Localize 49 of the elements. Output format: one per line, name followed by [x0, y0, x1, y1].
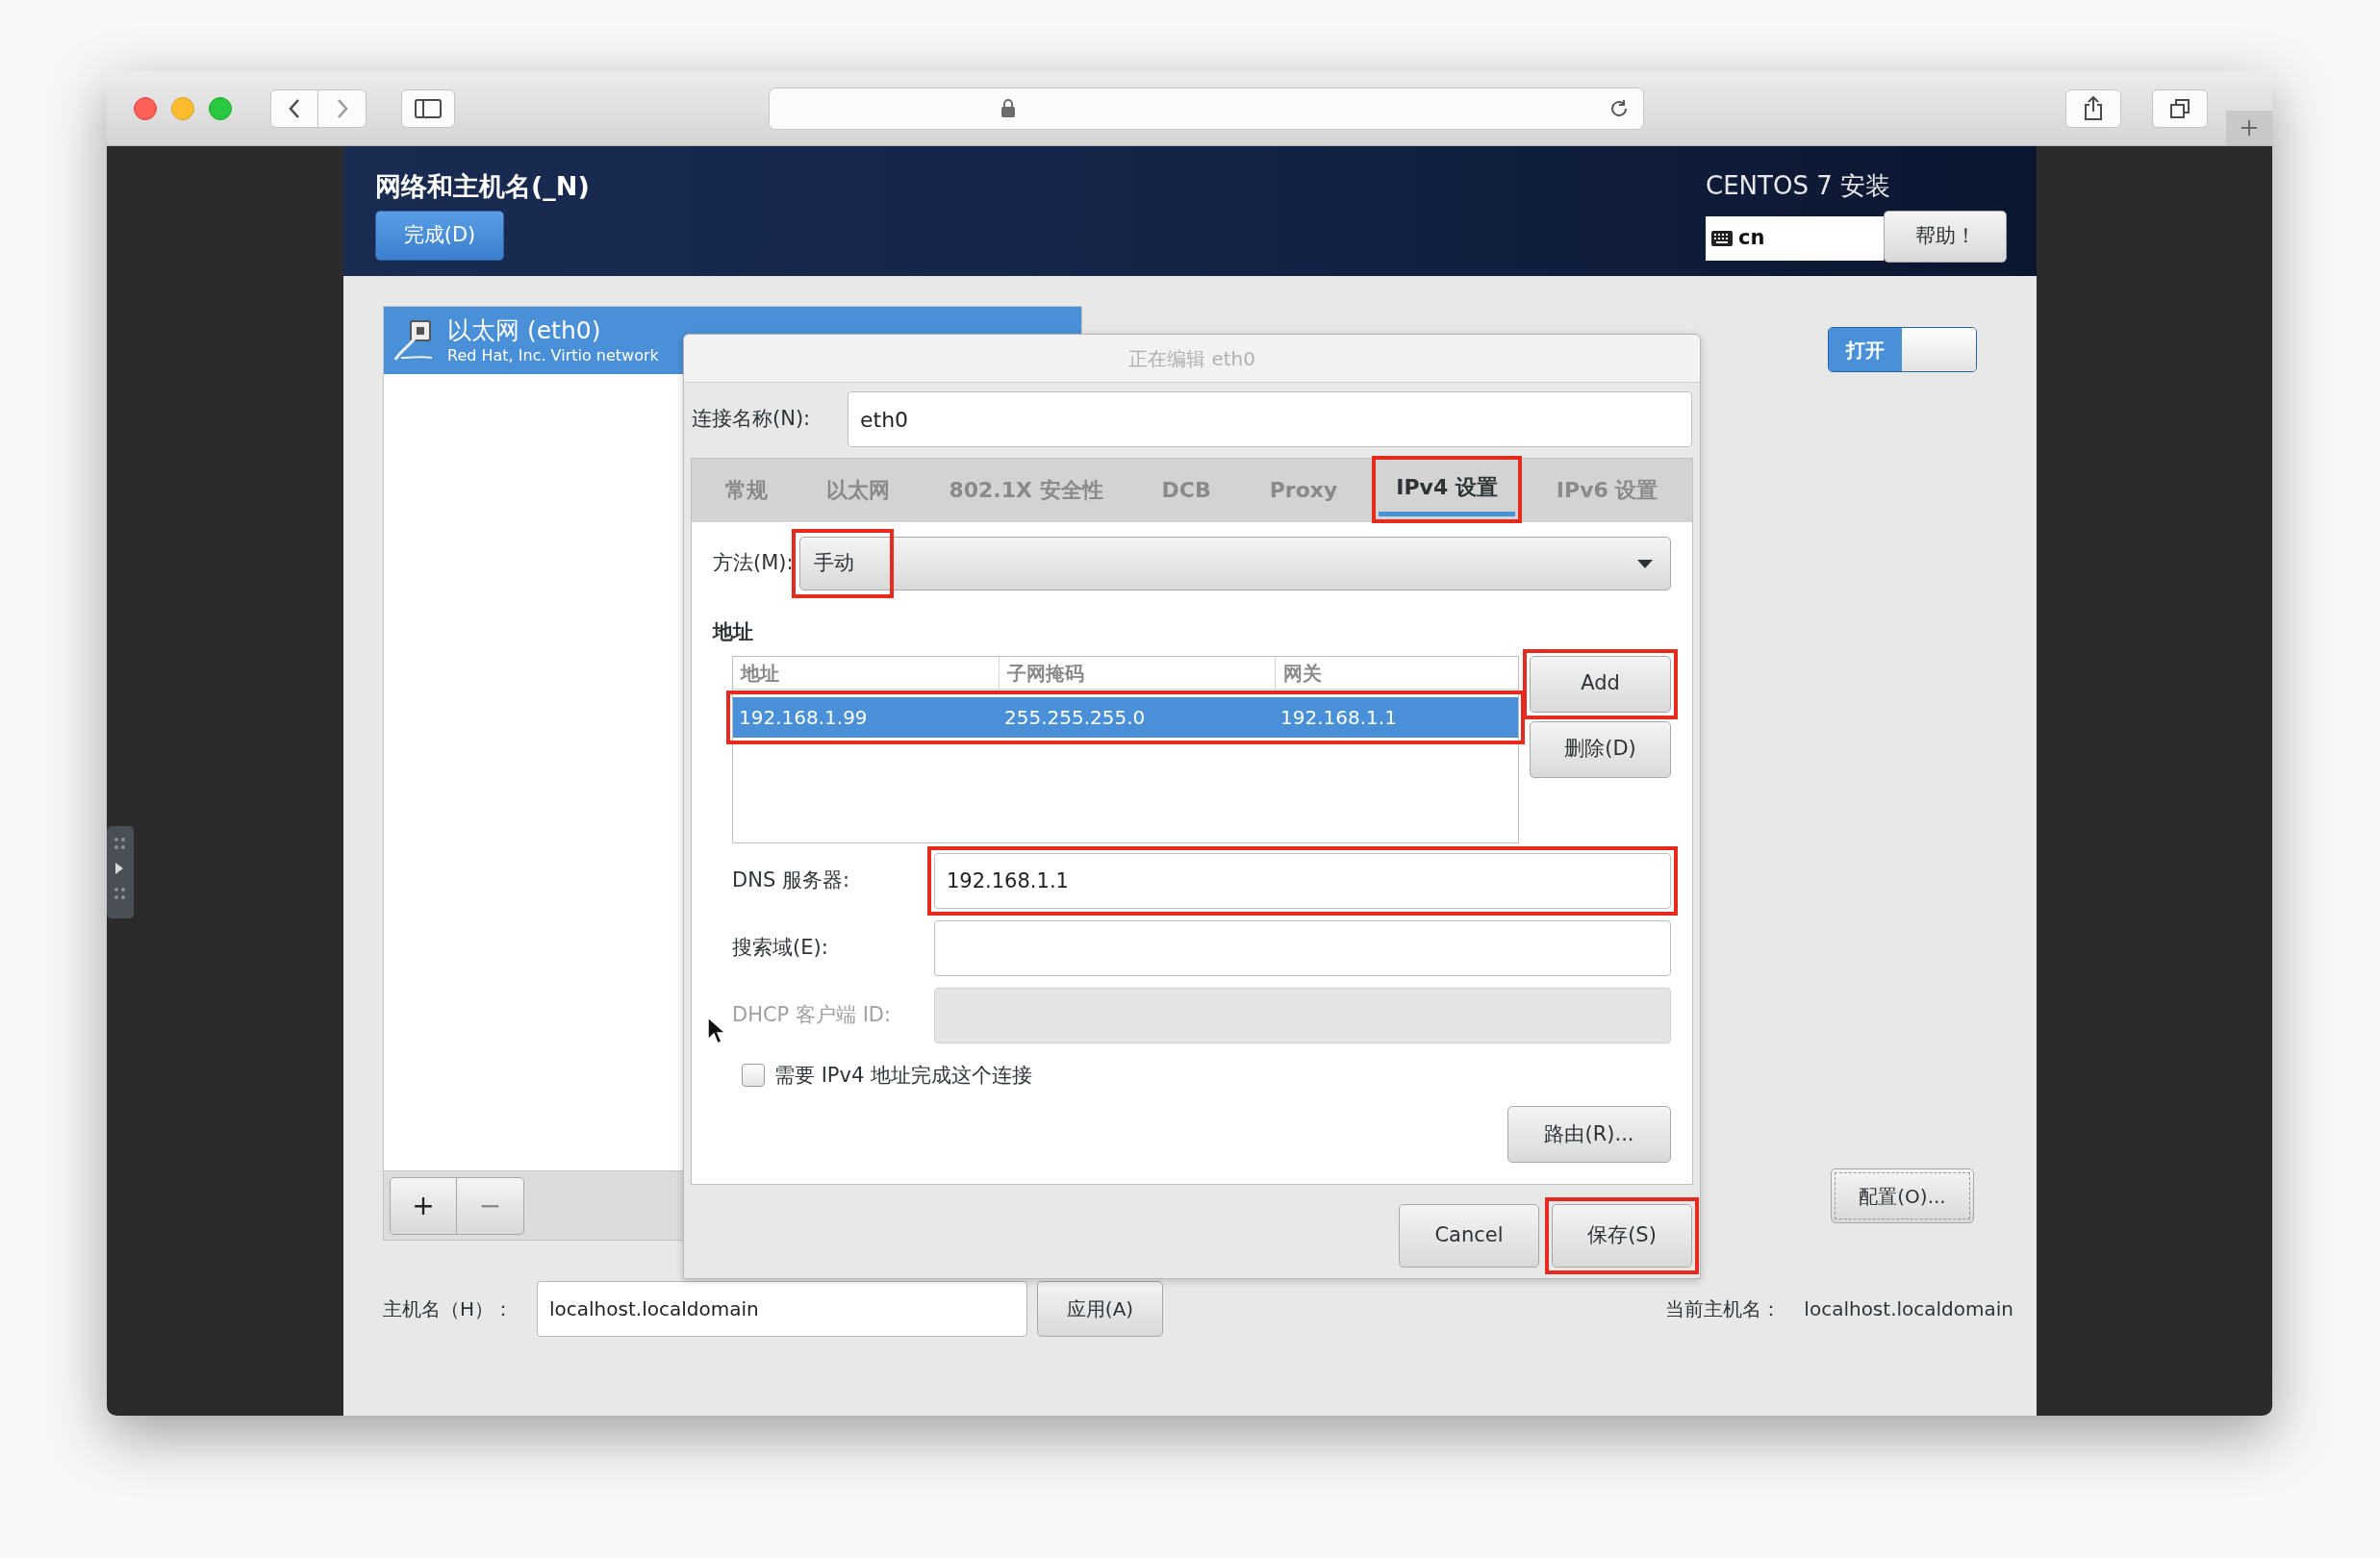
minimize-icon[interactable] [171, 96, 194, 120]
current-hostname-label: 当前主机名： [1665, 1296, 1782, 1322]
hostname-field[interactable]: localhost.localdomain [537, 1281, 1027, 1337]
configure-button[interactable]: 配置(O)... [1831, 1168, 1974, 1223]
address-heading: 地址 [713, 619, 754, 645]
cancel-button[interactable]: Cancel [1399, 1204, 1539, 1268]
reload-icon[interactable] [1608, 97, 1630, 119]
text-field[interactable]: 192.168.1.1 [934, 852, 1671, 909]
mouse-cursor-icon [707, 1017, 726, 1045]
add-device-button[interactable]: + [390, 1176, 457, 1235]
keyboard-icon [1711, 231, 1733, 246]
device-name: 以太网 (eth0) [447, 315, 602, 346]
field-label: DNS 服务器: [732, 867, 850, 893]
checkbox-label: 需要 IPv4 地址完成这个连接 [774, 1062, 1032, 1089]
table-cell-text: 192.168.1.1 [1279, 704, 1398, 731]
field-label: DHCP 客户端 ID: [732, 1001, 893, 1028]
table-cell-text: 192.168.1.99 [738, 704, 869, 731]
back-icon[interactable] [270, 88, 318, 128]
side-handle-icon[interactable] [107, 826, 136, 918]
device-description: Red Hat, Inc. Virtio network [447, 345, 659, 365]
dialog-title: 正在编辑 eth0 [1128, 345, 1255, 372]
product-title: CENTOS 7 安装 [1706, 170, 1890, 202]
tab[interactable]: IPv4 设置 [1379, 463, 1515, 516]
lock-icon [1000, 98, 1016, 118]
save-button[interactable]: 保存(S) [1552, 1204, 1692, 1268]
close-icon[interactable] [134, 96, 157, 120]
page-title: 网络和主机名(_N) [375, 170, 590, 203]
table-cell-text: 255.255.255.0 [1003, 704, 1147, 731]
hostname-label: 主机名（H）： [383, 1296, 515, 1322]
text-field[interactable] [934, 919, 1671, 976]
tabs-icon[interactable] [2152, 88, 2208, 128]
current-hostname: localhost.localdomain [1804, 1296, 2013, 1322]
method-label: 方法(M): [713, 550, 795, 577]
apply-button[interactable]: 应用(A) [1037, 1281, 1163, 1337]
maximize-icon[interactable] [209, 96, 232, 120]
checkbox[interactable] [742, 1064, 765, 1088]
method-dropdown[interactable]: 手动 [799, 537, 1671, 591]
share-icon[interactable] [2065, 88, 2121, 128]
dropdown-caret-icon [1637, 559, 1653, 568]
new-tab-icon[interactable] [2226, 111, 2272, 145]
sidebar-icon[interactable] [401, 88, 455, 128]
connection-name-field[interactable]: eth0 [848, 391, 1692, 447]
add-button[interactable]: Add [1530, 655, 1671, 713]
help-button[interactable]: 帮助！ [1884, 211, 2007, 263]
keyboard-layout-field[interactable]: cn [1706, 216, 1884, 261]
field-label: 搜索域(E): [732, 934, 829, 961]
routes-button[interactable]: 路由(R)... [1507, 1106, 1671, 1163]
connection-name-label: 连接名称(N): [692, 406, 812, 433]
delete-button[interactable]: 删除(D) [1530, 720, 1671, 778]
